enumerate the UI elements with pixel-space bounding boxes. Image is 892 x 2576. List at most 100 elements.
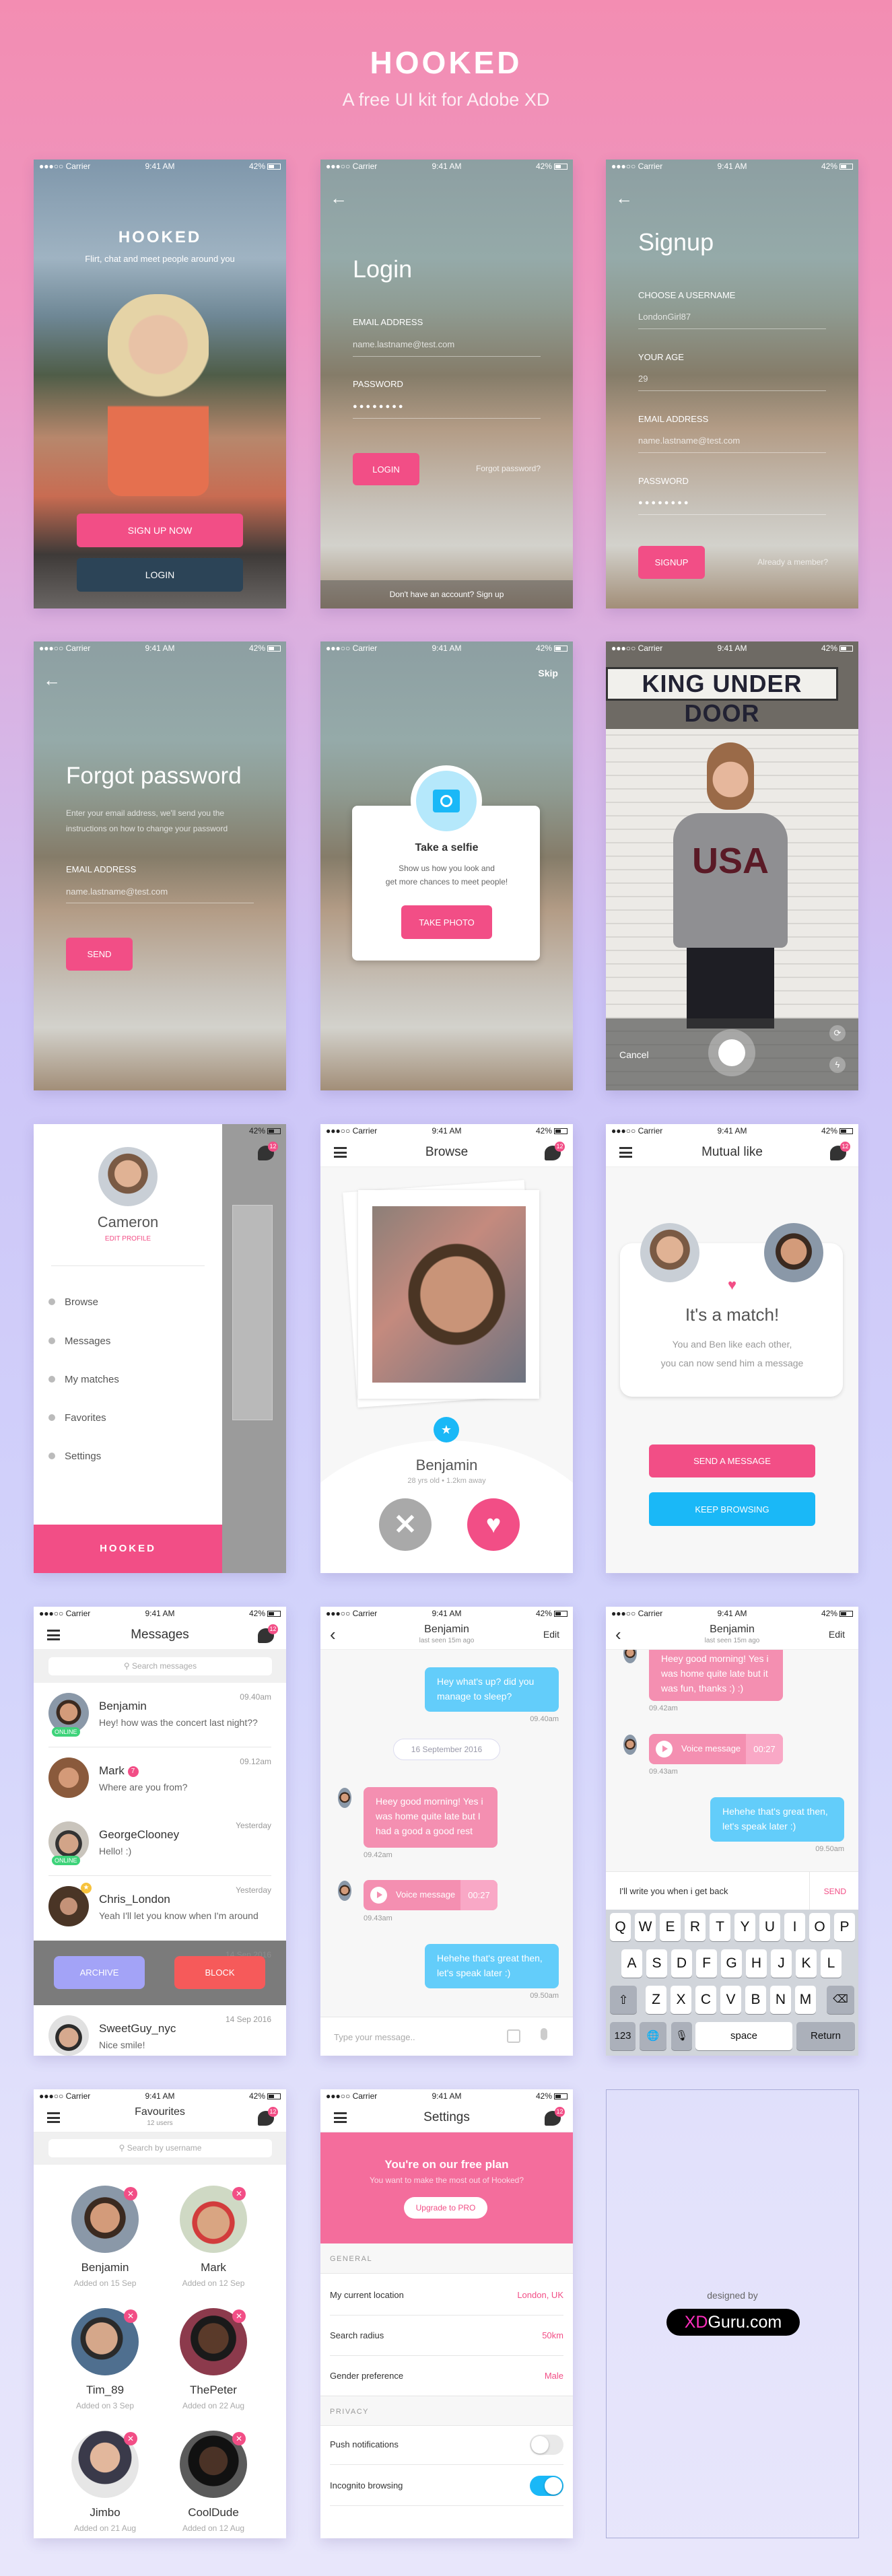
- favourite-user[interactable]: ✕ CoolDude Added on 12 Aug: [180, 2431, 247, 2533]
- chat-bubble-icon[interactable]: 12: [258, 1142, 278, 1160]
- push-notifications-toggle[interactable]: [530, 2435, 563, 2455]
- key-n[interactable]: N: [770, 1986, 791, 2014]
- microphone-icon[interactable]: [541, 2028, 547, 2040]
- edit-button[interactable]: Edit: [829, 1629, 845, 1640]
- key-u[interactable]: U: [759, 1913, 780, 1941]
- back-arrow-icon[interactable]: ←: [43, 670, 61, 691]
- back-arrow-icon[interactable]: ←: [330, 188, 347, 209]
- shift-key[interactable]: ⇧: [610, 1986, 637, 2014]
- voice-message[interactable]: Voice message 00:27: [364, 1880, 498, 1910]
- signup-button[interactable]: SIGNUP: [638, 546, 705, 579]
- password-field[interactable]: ● ● ● ● ● ● ● ●: [638, 499, 689, 507]
- key-v[interactable]: V: [720, 1986, 741, 2014]
- setting-location[interactable]: My current location London, UK: [330, 2275, 563, 2316]
- edit-profile-link[interactable]: EDIT PROFILE: [34, 1235, 222, 1243]
- chat-bubble-icon[interactable]: 12: [258, 1624, 278, 1643]
- key-y[interactable]: Y: [734, 1913, 755, 1941]
- favourite-user[interactable]: ✕ Jimbo Added on 21 Aug: [71, 2431, 139, 2533]
- voice-message[interactable]: Voice message 00:27: [649, 1734, 783, 1764]
- numbers-key[interactable]: 123: [610, 2022, 636, 2050]
- key-h[interactable]: H: [746, 1949, 767, 1978]
- login-submit-button[interactable]: LOGIN: [353, 453, 419, 485]
- key-f[interactable]: F: [696, 1949, 717, 1978]
- favourite-user[interactable]: ✕ Mark Added on 12 Sep: [180, 2186, 247, 2288]
- hamburger-menu-icon[interactable]: [334, 1147, 347, 1158]
- forgot-password-link[interactable]: Forgot password?: [476, 464, 541, 473]
- conversation-row[interactable]: ONLINE GeorgeClooney Hello! :) Yesterday: [34, 1811, 286, 1876]
- profile-avatar[interactable]: [98, 1147, 158, 1206]
- email-field[interactable]: name.lastname@test.com: [353, 339, 454, 349]
- swiped-conversation-row[interactable]: 14 Sep 2016 ARCHIVE BLOCK: [34, 1941, 286, 2005]
- key-g[interactable]: G: [721, 1949, 742, 1978]
- menu-item-my-matches[interactable]: My matches: [48, 1374, 119, 1385]
- send-button[interactable]: SEND: [66, 938, 133, 971]
- password-field[interactable]: ● ● ● ● ● ● ● ●: [353, 403, 403, 411]
- sign-up-now-button[interactable]: SIGN UP NOW: [77, 514, 243, 547]
- send-message-button[interactable]: SEND A MESSAGE: [649, 1444, 815, 1477]
- key-m[interactable]: M: [795, 1986, 816, 2014]
- key-c[interactable]: C: [695, 1986, 716, 2014]
- switch-camera-icon[interactable]: ⟳: [829, 1025, 846, 1041]
- back-arrow-icon[interactable]: ←: [615, 188, 633, 209]
- globe-icon[interactable]: 🌐: [640, 2022, 666, 2050]
- favourite-user[interactable]: ✕ ThePeter Added on 22 Aug: [180, 2308, 247, 2410]
- already-member-link[interactable]: Already a member?: [757, 557, 828, 567]
- conversation-row[interactable]: ★ Chris_London Yeah I'll let you know when…: [34, 1876, 286, 1941]
- chat-bubble-icon[interactable]: 12: [830, 1142, 850, 1160]
- return-key[interactable]: Return: [796, 2022, 855, 2050]
- key-s[interactable]: S: [646, 1949, 667, 1978]
- chat-bubble-icon[interactable]: 12: [258, 2107, 278, 2126]
- key-d[interactable]: D: [671, 1949, 692, 1978]
- email-field[interactable]: name.lastname@test.com: [66, 886, 168, 897]
- key-l[interactable]: L: [821, 1949, 842, 1978]
- camera-icon[interactable]: [507, 2029, 520, 2043]
- username-field[interactable]: LondonGirl87: [638, 312, 691, 322]
- menu-item-messages[interactable]: Messages: [48, 1335, 110, 1347]
- chat-bubble-icon[interactable]: 12: [545, 2107, 565, 2126]
- key-t[interactable]: T: [710, 1913, 730, 1941]
- key-p[interactable]: P: [834, 1913, 855, 1941]
- signup-footer-link[interactable]: Don't have an account? Sign up: [320, 580, 573, 608]
- menu-item-favorites[interactable]: Favorites: [48, 1412, 106, 1424]
- key-o[interactable]: O: [809, 1913, 830, 1941]
- conversation-row[interactable]: ONLINE Benjamin Hey! how was the concert l…: [34, 1683, 286, 1747]
- conversation-row[interactable]: SweetGuy_nyc Nice smile! 14 Sep 2016: [34, 2005, 286, 2056]
- key-x[interactable]: X: [671, 1986, 691, 2014]
- skip-button[interactable]: Skip: [538, 668, 558, 678]
- backspace-key[interactable]: ⌫: [827, 1986, 854, 2014]
- age-field[interactable]: 29: [638, 374, 648, 384]
- menu-item-browse[interactable]: Browse: [48, 1296, 98, 1308]
- favourite-user[interactable]: ✕ Benjamin Added on 15 Sep: [71, 2186, 139, 2288]
- login-button[interactable]: LOGIN: [77, 558, 243, 592]
- incognito-toggle[interactable]: [530, 2476, 563, 2496]
- hamburger-menu-icon[interactable]: [619, 1147, 632, 1158]
- key-a[interactable]: A: [621, 1949, 642, 1978]
- like-button[interactable]: ♥: [467, 1498, 520, 1551]
- menu-item-settings[interactable]: Settings: [48, 1451, 101, 1462]
- key-b[interactable]: B: [745, 1986, 766, 2014]
- chat-bubble-icon[interactable]: 12: [545, 1142, 565, 1160]
- key-w[interactable]: W: [635, 1913, 656, 1941]
- flash-icon[interactable]: ϟ: [829, 1057, 846, 1073]
- key-j[interactable]: J: [771, 1949, 792, 1978]
- favourite-user[interactable]: ✕ Tim_89 Added on 3 Sep: [71, 2308, 139, 2410]
- key-k[interactable]: K: [796, 1949, 817, 1978]
- key-r[interactable]: R: [685, 1913, 706, 1941]
- cancel-button[interactable]: Cancel: [619, 1049, 649, 1060]
- space-key[interactable]: space: [695, 2022, 792, 2050]
- microphone-key[interactable]: 🎙: [671, 2022, 692, 2050]
- hamburger-menu-icon[interactable]: [334, 2112, 347, 2123]
- key-i[interactable]: I: [784, 1913, 805, 1941]
- edit-button[interactable]: Edit: [543, 1629, 559, 1640]
- search-messages-input[interactable]: ⚲ Search messages: [48, 1657, 272, 1675]
- hamburger-menu-icon[interactable]: [47, 1630, 60, 1640]
- message-input[interactable]: Type your message..: [334, 2032, 415, 2042]
- email-field[interactable]: name.lastname@test.com: [638, 436, 740, 446]
- dislike-button[interactable]: ✕: [379, 1498, 432, 1551]
- conversation-row[interactable]: Mark 7 Where are you from? 09.12am: [34, 1747, 286, 1812]
- shutter-button[interactable]: [718, 1039, 745, 1066]
- message-input[interactable]: I'll write you when i get back: [619, 1886, 728, 1896]
- hamburger-menu-icon[interactable]: [47, 2112, 60, 2123]
- setting-search-radius[interactable]: Search radius 50km: [330, 2316, 563, 2356]
- take-photo-button[interactable]: TAKE PHOTO: [401, 905, 492, 939]
